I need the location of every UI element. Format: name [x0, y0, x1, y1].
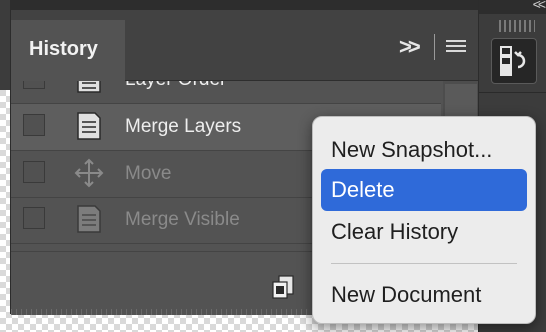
layer-document-icon: [77, 112, 101, 140]
menu-item-delete[interactable]: Delete: [321, 169, 527, 211]
menu-item-new-document[interactable]: New Document: [321, 274, 527, 316]
menu-separator: [331, 263, 517, 264]
canvas-edge: [0, 0, 10, 90]
top-bar: [0, 0, 480, 10]
panel-header: History >>: [11, 10, 479, 81]
history-item-label: Merge Layers: [125, 116, 242, 137]
snapshot-source-checkbox[interactable]: [23, 207, 45, 229]
snapshot-source-checkbox[interactable]: [23, 81, 45, 89]
layer-document-icon: [77, 81, 101, 93]
expand-dock-icon[interactable]: <<: [533, 0, 546, 12]
history-panel-icon: [500, 46, 526, 76]
collapse-panel-icon[interactable]: >>: [399, 34, 421, 60]
snapshot-source-checkbox[interactable]: [23, 114, 45, 136]
history-item-label: Move: [125, 163, 172, 184]
history-panel-button[interactable]: [491, 38, 537, 84]
header-divider: [434, 34, 435, 60]
new-document-from-state-icon[interactable]: [269, 272, 299, 302]
snapshot-source-checkbox[interactable]: [23, 161, 45, 183]
dock-grip[interactable]: [499, 20, 535, 32]
history-item-layer-order[interactable]: Layer Order: [11, 81, 441, 104]
panel-menu-icon[interactable]: [446, 40, 466, 55]
menu-item-clear-history[interactable]: Clear History: [321, 211, 527, 253]
tab-history[interactable]: History: [11, 20, 125, 81]
context-menu: New Snapshot... Delete Clear History New…: [312, 116, 536, 324]
history-item-label: Layer Order: [125, 81, 226, 91]
dock-separator: [479, 92, 546, 93]
dock-top-bar: <<: [479, 0, 546, 14]
history-item-label: Merge Visible: [125, 209, 240, 230]
resize-grip[interactable]: [11, 309, 311, 315]
move-arrows-icon: [74, 158, 104, 188]
menu-item-new-snapshot[interactable]: New Snapshot...: [321, 129, 527, 171]
layer-document-icon: [77, 205, 101, 233]
